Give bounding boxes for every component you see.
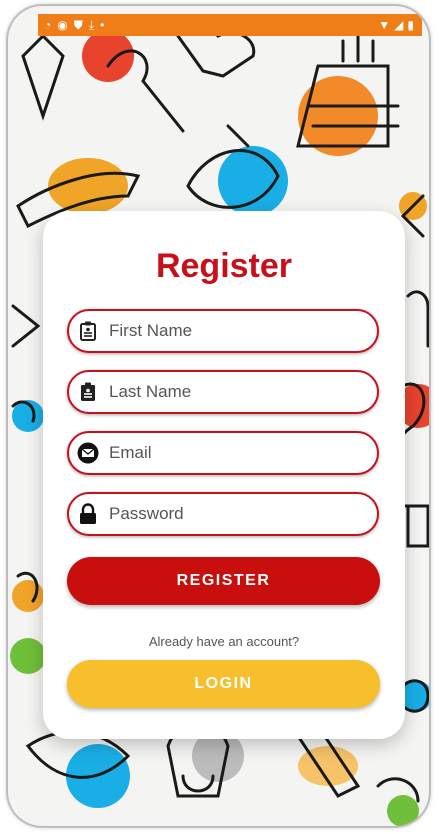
login-button[interactable]: LOGIN [67, 660, 380, 708]
last-name-input[interactable] [107, 381, 361, 403]
shield-icon: ⛊ [73, 18, 83, 32]
orange-blob-3 [12, 580, 44, 612]
register-card: Register First Name Last Name Email REGI… [43, 211, 405, 739]
wifi-icon: ▼ [378, 18, 391, 32]
edge-doodle-3 [406, 290, 429, 348]
first-name-field[interactable] [67, 309, 379, 353]
red-blob [82, 30, 134, 82]
edge-doodle-2 [11, 304, 41, 348]
blue-blob [218, 146, 288, 216]
id-badge-icon [77, 381, 99, 403]
first-name-input[interactable] [107, 320, 361, 342]
last-name-field[interactable] [67, 370, 379, 414]
battery-icon: ▮ [407, 18, 414, 32]
vpn-icon: ◉ [57, 18, 68, 32]
email-field[interactable] [67, 431, 379, 475]
green-blob [10, 638, 46, 674]
email-input[interactable] [107, 442, 361, 464]
green-blob-2 [387, 795, 419, 826]
lock-icon [77, 503, 99, 525]
signal-icon: ◢ [394, 18, 404, 32]
jar-doodle [401, 504, 429, 548]
page-title: Register [155, 247, 293, 285]
status-bar: ◔ ◉ ⛊ ⤓ • ▼ ◢ ▮ [38, 14, 422, 36]
id-badge-icon [77, 320, 99, 342]
download-icon: ⤓ [88, 18, 95, 32]
dot-icon: • [100, 18, 105, 32]
password-field[interactable] [67, 492, 379, 536]
envelope-icon [77, 442, 99, 464]
phone-screen: ◔ ◉ ⛊ ⤓ • ▼ ◢ ▮ Register First Name Last… [8, 6, 429, 826]
register-button[interactable]: REGISTER [67, 557, 380, 605]
orange-blob-2 [298, 76, 378, 156]
notification-icon: ◔ [44, 18, 52, 32]
ice-cream-doodle [21, 33, 65, 121]
already-have-account-text: Already have an account? [148, 634, 300, 649]
password-input[interactable] [107, 503, 361, 525]
